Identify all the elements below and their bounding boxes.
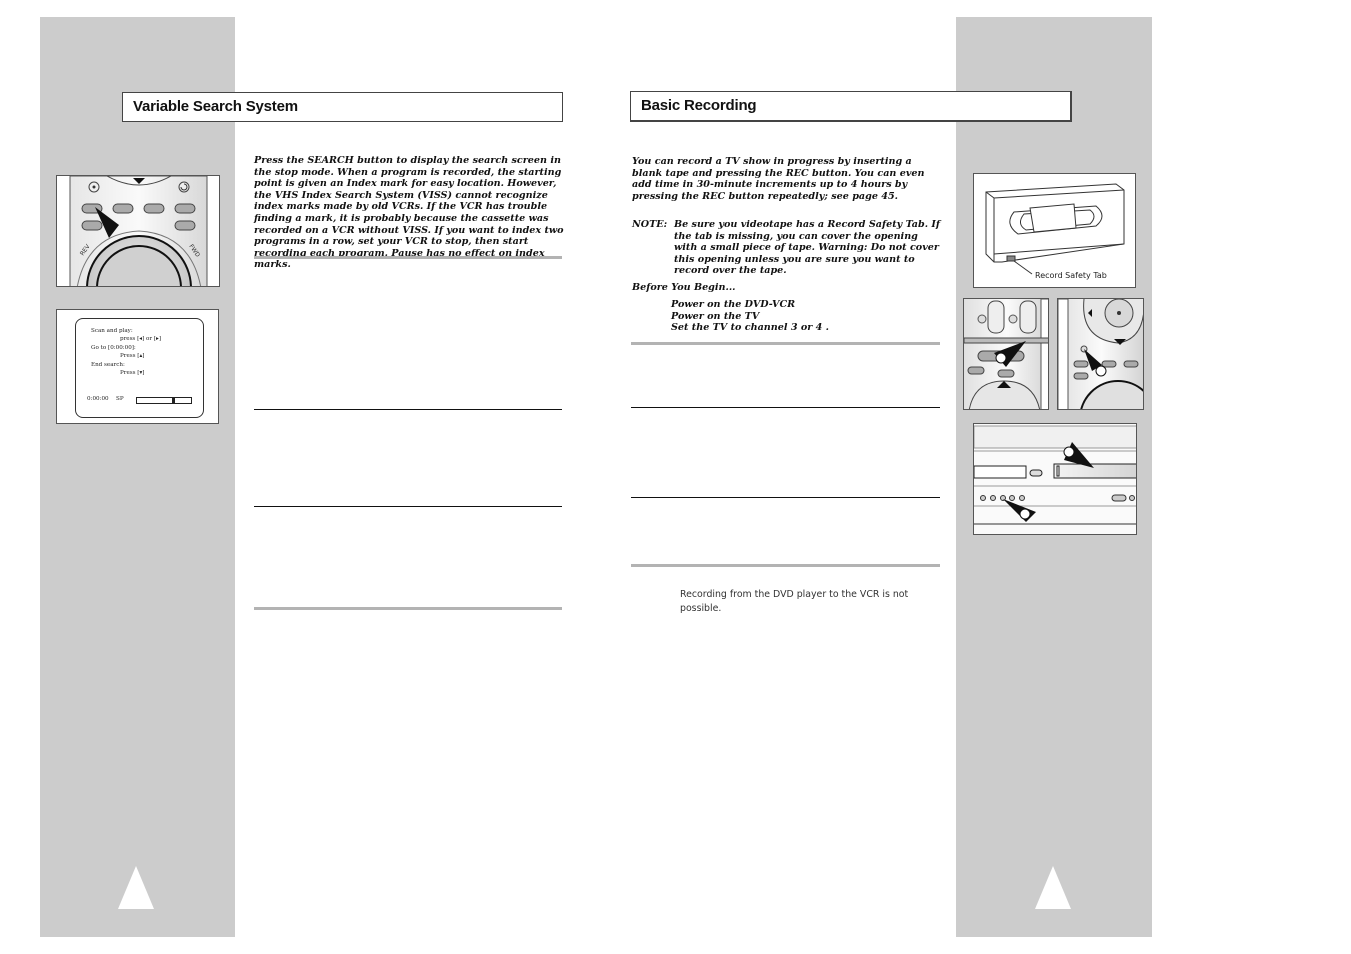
- tape-position-marker: [171, 397, 175, 404]
- record-safety-tab-label: Record Safety Tab: [1035, 271, 1107, 280]
- osd-counter: 0:00:00: [87, 396, 109, 402]
- remote-rec-button-illustration: [963, 298, 1049, 410]
- page-marker-triangle-icon: [1035, 866, 1071, 909]
- search-screen-display: Scan and play: press [◂] or [▸] Go to [0…: [56, 309, 219, 424]
- list-item: Power on the DVD-VCR: [671, 299, 796, 310]
- vss-intro-paragraph: Press the SEARCH button to display the s…: [254, 155, 564, 271]
- list-item: Set the TV to channel 3 or 4 .: [671, 322, 829, 334]
- note-label: NOTE:: [632, 219, 668, 230]
- vcr-front-panel-illustration: [973, 423, 1137, 535]
- osd-scan-action: press [◂] or [▸]: [120, 336, 162, 342]
- osd-speed: SP: [116, 396, 124, 402]
- remote-search-button-illustration: REV FWD: [56, 175, 220, 287]
- divider: [254, 409, 562, 410]
- divider: [631, 497, 940, 498]
- tape-position-bar: [136, 397, 192, 404]
- note-body: Be sure you videotape has a Record Safet…: [674, 219, 941, 277]
- osd-goto-action: Press [▴]: [120, 353, 145, 359]
- divider: [631, 564, 940, 567]
- list-item: Power on the TV: [671, 310, 760, 322]
- osd-end-label: End search:: [91, 362, 125, 368]
- section-title-variable-search: Variable Search System: [122, 92, 563, 122]
- osd-end-action: Press [▾]: [120, 370, 145, 376]
- left-margin-panel: [40, 17, 235, 937]
- recording-intro-paragraph: You can record a TV show in progress by …: [632, 156, 925, 202]
- dvd-to-vcr-note: Recording from the DVD player to the VCR…: [680, 589, 909, 614]
- osd-goto-label: Go to [0:00:00]:: [91, 345, 136, 351]
- divider: [254, 506, 562, 507]
- divider: [631, 342, 940, 345]
- divider: [254, 256, 562, 259]
- cassette-safety-tab-illustration: Record Safety Tab: [973, 173, 1136, 288]
- osd-scan-label: Scan and play:: [91, 328, 133, 334]
- page-marker-triangle-icon: [118, 866, 154, 909]
- tv-screen-frame: Scan and play: press [◂] or [▸] Go to [0…: [75, 318, 204, 418]
- divider: [254, 607, 562, 610]
- remote-rec-button-alt-illustration: [1057, 298, 1144, 410]
- divider: [631, 407, 940, 408]
- before-you-begin-heading: Before You Begin...: [632, 282, 736, 293]
- before-you-begin-list: Power on the DVD-VCR Power on the TV Set…: [671, 299, 941, 334]
- section-title-basic-recording: Basic Recording: [630, 91, 1072, 122]
